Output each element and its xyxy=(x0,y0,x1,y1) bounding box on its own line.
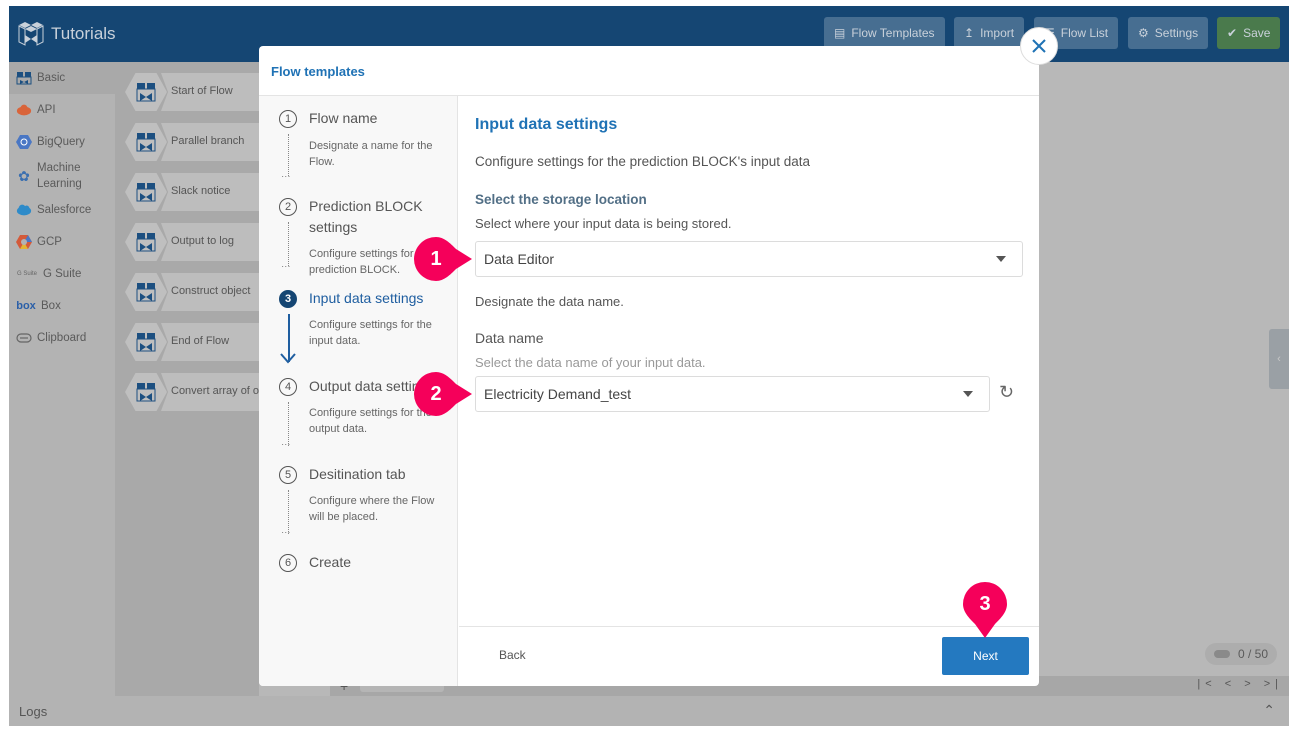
block-output-to-log[interactable]: Output to log xyxy=(125,223,281,261)
dotted-arrow-icon: ⋅⋅⋅ xyxy=(281,440,291,451)
caret-down-icon xyxy=(963,391,973,397)
section-description: Configure settings for the prediction BL… xyxy=(475,154,811,169)
divider xyxy=(459,626,1039,627)
right-panel-toggle[interactable]: ‹ xyxy=(1269,329,1289,389)
back-button[interactable]: Back xyxy=(499,648,526,662)
basic-block-icon xyxy=(16,71,32,85)
settings-button[interactable]: ⚙ Settings xyxy=(1128,17,1209,49)
arrow-down-icon xyxy=(280,353,296,364)
block-icon xyxy=(136,333,156,352)
block-start-of-flow[interactable]: Start of Flow xyxy=(125,73,281,111)
box-icon: box xyxy=(16,300,36,312)
check-circle-icon: ✔ xyxy=(1227,26,1238,40)
sidebar-item-machine-learning[interactable]: ✿ Machine Learning xyxy=(9,158,115,194)
app-logo-icon xyxy=(18,22,44,46)
refresh-icon[interactable]: ↻ xyxy=(999,382,1014,403)
block-count-icon xyxy=(1214,650,1230,658)
sidebar-item-gsuite[interactable]: G Suite G Suite xyxy=(9,260,115,288)
section-title: Input data settings xyxy=(475,116,618,133)
block-palette: Start of Flow Parallel branch Slack noti… xyxy=(115,62,281,696)
sidebar-item-bigquery[interactable]: BigQuery xyxy=(9,128,115,156)
block-construct-object[interactable]: Construct object xyxy=(125,273,281,311)
callout-marker-1: 1 xyxy=(414,237,472,281)
gear-icon: ⚙ xyxy=(1138,26,1149,40)
block-icon xyxy=(136,133,156,152)
sidebar-item-gcp[interactable]: GCP xyxy=(9,228,115,256)
dotted-arrow-icon: ⋅⋅⋅ xyxy=(281,172,291,183)
sidebar-item-salesforce[interactable]: Salesforce xyxy=(9,196,115,224)
sidebar-item-api[interactable]: API xyxy=(9,96,115,124)
logs-panel[interactable]: Logs ⌃ xyxy=(9,696,1289,726)
flow-templates-button[interactable]: ▤ Flow Templates xyxy=(824,17,945,49)
app-title: Tutorials xyxy=(51,24,116,43)
prev-page-button[interactable]: < xyxy=(1225,678,1236,690)
sidebar-item-basic[interactable]: Basic xyxy=(9,62,115,94)
storage-location-select[interactable]: Data Editor xyxy=(475,241,1023,277)
storage-help: Select where your input data is being st… xyxy=(475,216,732,231)
block-icon xyxy=(136,233,156,252)
save-button[interactable]: ✔ Save xyxy=(1217,17,1281,49)
callout-marker-3: 3 xyxy=(963,582,1007,638)
gcp-icon xyxy=(16,235,32,249)
salesforce-cloud-icon xyxy=(16,203,32,217)
bigquery-icon xyxy=(16,135,32,149)
clipboard-icon xyxy=(16,331,32,345)
flow-templates-modal: Flow templates 1 Flow name Designate a n… xyxy=(259,46,1039,686)
modal-title: Flow templates xyxy=(271,64,365,79)
storage-heading: Select the storage location xyxy=(475,192,647,207)
data-name-help: Select the data name of your input data. xyxy=(475,355,706,370)
chevron-left-icon: ‹ xyxy=(1277,353,1281,365)
first-page-button[interactable]: |< xyxy=(1197,678,1216,690)
upload-icon: ↥ xyxy=(964,26,975,40)
sidebar-item-box[interactable]: box Box xyxy=(9,292,115,320)
designate-text: Designate the data name. xyxy=(475,294,624,309)
data-name-label: Data name xyxy=(475,330,544,346)
block-icon xyxy=(136,383,156,402)
block-counter: 0 / 50 xyxy=(1205,643,1277,665)
block-icon xyxy=(136,183,156,202)
chevron-up-icon[interactable]: ⌃ xyxy=(1263,702,1275,719)
dotted-arrow-icon: ⋅⋅⋅ xyxy=(281,262,291,273)
category-sidebar: Basic API BigQuery ✿ Machine Learning Sa… xyxy=(9,62,115,696)
block-slack-notice[interactable]: Slack notice xyxy=(125,173,281,211)
close-modal-button[interactable] xyxy=(1020,27,1058,65)
tab-pager: |< < > >| xyxy=(1197,678,1283,690)
gsuite-icon: G Suite xyxy=(16,271,37,277)
data-name-select[interactable]: Electricity Demand_test xyxy=(475,376,990,412)
next-page-button[interactable]: > xyxy=(1244,678,1255,690)
next-button[interactable]: Next xyxy=(942,637,1029,675)
block-end-of-flow[interactable]: End of Flow xyxy=(125,323,281,361)
api-cloud-icon xyxy=(16,103,32,117)
block-icon xyxy=(136,83,156,102)
block-convert-array[interactable]: Convert array of o xyxy=(125,373,281,411)
callout-marker-2: 2 xyxy=(414,372,472,416)
import-button[interactable]: ↥ Import xyxy=(954,17,1025,49)
dotted-arrow-icon: ⋅⋅⋅ xyxy=(281,528,291,539)
last-page-button[interactable]: >| xyxy=(1264,678,1283,690)
block-parallel-branch[interactable]: Parallel branch xyxy=(125,123,281,161)
sidebar-item-clipboard[interactable]: Clipboard xyxy=(9,324,115,352)
close-icon xyxy=(1032,39,1046,53)
caret-down-icon xyxy=(996,256,1006,262)
step-content: Input data settings Configure settings f… xyxy=(459,96,1039,626)
template-icon: ▤ xyxy=(834,26,846,40)
brain-icon: ✿ xyxy=(18,167,30,184)
block-icon xyxy=(136,283,156,302)
